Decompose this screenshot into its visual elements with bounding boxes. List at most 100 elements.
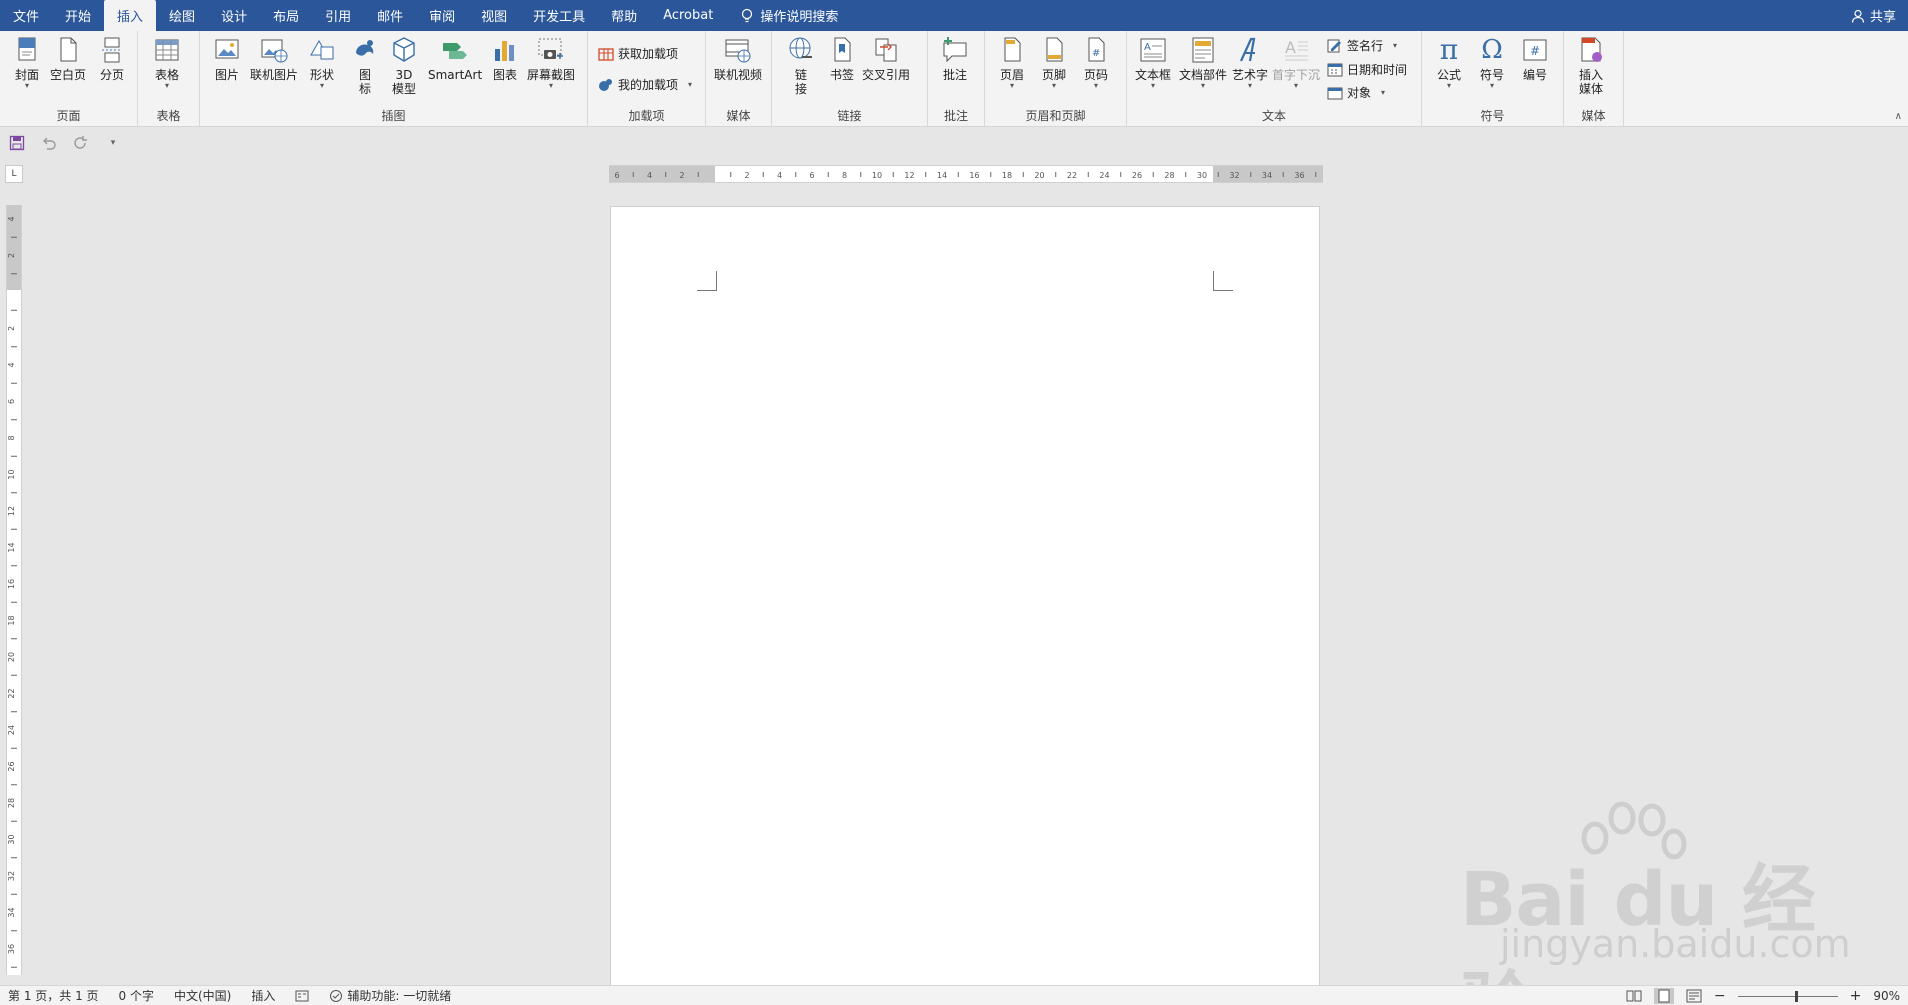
dropdown-caret-icon: ▾ bbox=[1446, 81, 1451, 90]
tab-view[interactable]: 视图 bbox=[468, 0, 520, 31]
tab-help[interactable]: 帮助 bbox=[598, 0, 650, 31]
ruler-label: 16 bbox=[969, 171, 979, 180]
chart-button[interactable]: 图表 bbox=[490, 35, 520, 82]
blank-page-button[interactable]: 空白页 bbox=[50, 35, 86, 82]
accessibility-checker[interactable]: 辅助功能: 一切就绪 bbox=[329, 987, 451, 1004]
zoom-out-button[interactable]: − bbox=[1714, 988, 1726, 1004]
table-icon bbox=[155, 39, 179, 61]
tab-acrobat[interactable]: Acrobat bbox=[650, 0, 726, 31]
tab-home[interactable]: 开始 bbox=[52, 0, 104, 31]
ribbon: 封面 ▾ 空白页 分页 页面 表格 ▾ 表格 图片 联机图片 形状 ▾ 图 标 … bbox=[0, 31, 1908, 127]
cross-reference-button[interactable]: 交叉引用 bbox=[862, 35, 910, 82]
tab-file[interactable]: 文件 bbox=[0, 0, 52, 31]
svg-text:#: # bbox=[1530, 44, 1540, 58]
save-button[interactable] bbox=[8, 134, 26, 152]
zoom-in-button[interactable]: + bbox=[1850, 988, 1862, 1004]
tab-mailings[interactable]: 邮件 bbox=[364, 0, 416, 31]
my-addins-button[interactable]: 我的加载项 ▾ bbox=[598, 76, 692, 93]
addins-icon bbox=[599, 78, 612, 91]
dropdown-caret-icon: ▾ bbox=[164, 81, 169, 90]
text-box-icon: A bbox=[1140, 38, 1166, 62]
shapes-button[interactable]: 形状 ▾ bbox=[307, 35, 337, 90]
number-button[interactable]: # 编号 bbox=[1520, 35, 1550, 82]
insert-mode-indicator[interactable]: 插入 bbox=[251, 987, 275, 1004]
group-media-video-label: 媒体 bbox=[726, 109, 751, 123]
group-illustrations: 图片 联机图片 形状 ▾ 图 标 3D 模型 SmartArt 图表 屏幕截图 … bbox=[200, 31, 588, 127]
collapse-ribbon-button[interactable]: ∧ bbox=[1895, 111, 1902, 122]
ruler-label: 12 bbox=[7, 506, 16, 516]
drop-cap-button[interactable]: A 首字下沉 ▾ bbox=[1272, 35, 1320, 90]
language-indicator[interactable]: 中文(中国) bbox=[174, 987, 231, 1004]
ruler-label: 10 bbox=[7, 469, 16, 479]
zoom-slider-thumb[interactable] bbox=[1794, 990, 1798, 1002]
cross-reference-icon bbox=[875, 38, 897, 62]
smartart-button[interactable]: SmartArt bbox=[428, 35, 482, 82]
document-page[interactable] bbox=[610, 206, 1320, 986]
omega-icon: Ω bbox=[1481, 35, 1503, 65]
quick-parts-button[interactable]: 文档部件 ▾ bbox=[1179, 35, 1227, 90]
horizontal-ruler-ticks: 6 4 2 2 4 6 8 10 12 14 16 18 20 22 24 26 28 30 32 34 36 bbox=[614, 171, 1317, 180]
footer-button[interactable]: 页脚 ▾ bbox=[1039, 35, 1069, 90]
ruler-label: 8 bbox=[7, 435, 16, 440]
wordart-button[interactable]: 艺术字 ▾ bbox=[1232, 35, 1268, 90]
online-pictures-button[interactable]: 联机图片 bbox=[250, 35, 298, 82]
table-button[interactable]: 表格 ▾ bbox=[152, 35, 182, 90]
vertical-ruler[interactable]: 4 2 2 4 6 8 10 12 14 16 18 20 22 24 26 28 30 32 34 36 bbox=[6, 205, 22, 975]
bookmark-button[interactable]: 书签 bbox=[827, 35, 857, 82]
lightbulb-icon bbox=[742, 8, 753, 22]
icons-button[interactable]: 图 标 bbox=[350, 35, 380, 96]
equation-button[interactable]: π 公式 ▾ bbox=[1434, 35, 1464, 90]
print-layout-icon[interactable] bbox=[1653, 988, 1674, 1004]
tab-developer[interactable]: 开发工具 bbox=[520, 0, 598, 31]
insert-media-button[interactable]: 插入 媒体 bbox=[1576, 35, 1606, 96]
word-count[interactable]: 0 个字 bbox=[119, 987, 154, 1004]
tab-insert[interactable]: 插入 bbox=[104, 0, 157, 31]
shapes-icon bbox=[310, 39, 334, 60]
tab-layout[interactable]: 布局 bbox=[260, 0, 312, 31]
3d-models-button[interactable]: 3D 模型 bbox=[389, 35, 419, 96]
tab-stop-selector[interactable]: L bbox=[5, 165, 23, 183]
share-button[interactable]: 共享 bbox=[1851, 0, 1896, 31]
menu-bar: 文件 开始 插入 绘图 设计 布局 引用 邮件 审阅 视图 开发工具 帮助 Ac… bbox=[0, 0, 1908, 31]
dropdown-caret-icon: ▾ bbox=[1093, 81, 1098, 90]
tab-draw[interactable]: 绘图 bbox=[156, 0, 208, 31]
signature-line-button[interactable]: 签名行 ▾ bbox=[1327, 37, 1397, 54]
dropdown-caret-icon: ▾ bbox=[688, 80, 693, 89]
online-video-button[interactable]: 联机视频 bbox=[714, 35, 762, 82]
redo-button[interactable] bbox=[72, 134, 90, 152]
undo-button[interactable] bbox=[40, 134, 58, 152]
zoom-slider[interactable] bbox=[1737, 990, 1838, 1002]
web-layout-icon[interactable] bbox=[1686, 989, 1702, 1003]
link-button[interactable]: 链 接 bbox=[786, 35, 816, 96]
comment-icon bbox=[943, 37, 967, 63]
screenshot-button[interactable]: 屏幕截图 ▾ bbox=[527, 35, 575, 90]
date-time-button[interactable]: 日期和时间 bbox=[1327, 61, 1407, 78]
header-icon bbox=[1004, 37, 1021, 62]
page-break-button[interactable]: 分页 bbox=[97, 35, 127, 82]
customize-qat-button[interactable]: ▾ bbox=[104, 134, 122, 152]
text-box-button[interactable]: A 文本框 ▾ bbox=[1135, 35, 1171, 90]
cover-page-button[interactable]: 封面 ▾ bbox=[12, 35, 42, 90]
drop-cap-icon: A bbox=[1285, 38, 1308, 61]
page-number-button[interactable]: # 页码 ▾ bbox=[1081, 35, 1111, 90]
page-count[interactable]: 第 1 页，共 1 页 bbox=[8, 987, 99, 1004]
comment-button[interactable]: 批注 bbox=[940, 35, 970, 82]
ruler-label: 2 bbox=[679, 171, 684, 180]
tell-me-search[interactable]: 操作说明搜索 bbox=[740, 6, 838, 25]
ruler-label: 2 bbox=[7, 326, 16, 331]
zoom-level[interactable]: 90% bbox=[1873, 989, 1900, 1003]
tab-design[interactable]: 设计 bbox=[208, 0, 260, 31]
macro-record-button[interactable] bbox=[295, 990, 309, 1002]
dropdown-caret-icon: ▾ bbox=[1201, 81, 1206, 90]
read-mode-icon[interactable] bbox=[1626, 989, 1642, 1003]
status-bar-right: − + 90% bbox=[1626, 986, 1900, 1005]
dropdown-caret-icon: ▾ bbox=[1151, 81, 1156, 90]
horizontal-ruler[interactable]: 6 4 2 2 4 6 8 10 12 14 16 18 20 22 24 26 28 30 32 34 36 bbox=[609, 165, 1323, 183]
object-button[interactable]: 对象 ▾ bbox=[1327, 84, 1385, 101]
tab-review[interactable]: 审阅 bbox=[416, 0, 468, 31]
tab-references[interactable]: 引用 bbox=[312, 0, 364, 31]
header-button[interactable]: 页眉 ▾ bbox=[997, 35, 1027, 90]
symbol-button[interactable]: Ω 符号 ▾ bbox=[1477, 35, 1507, 90]
pictures-button[interactable]: 图片 bbox=[212, 35, 242, 82]
get-addins-button[interactable]: 获取加载项 bbox=[598, 45, 678, 62]
